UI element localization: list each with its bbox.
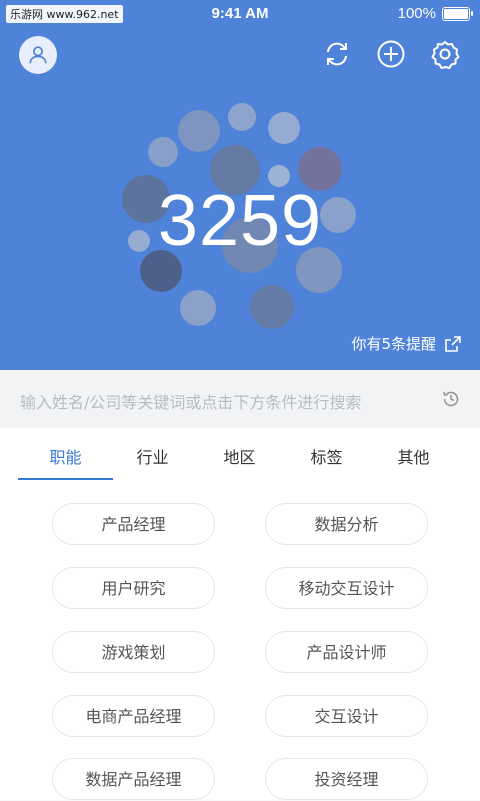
battery-icon (442, 6, 473, 21)
search-bar[interactable]: 输入姓名/公司等关键词或点击下方条件进行搜索 (0, 370, 480, 429)
tab-function[interactable]: 职能 (18, 428, 113, 480)
search-input[interactable]: 输入姓名/公司等关键词或点击下方条件进行搜索 (20, 389, 361, 413)
tab-other[interactable]: 其他 (370, 428, 457, 480)
hero-panel: 乐游网 www.962.net 9:41 AM 100% 3259 你有5条提醒 (0, 0, 480, 370)
avatar (178, 110, 220, 152)
tag-chip[interactable]: 游戏策划 (52, 631, 215, 673)
plus-icon[interactable] (376, 39, 406, 69)
reminder-link[interactable]: 你有5条提醒 (351, 333, 462, 354)
tag-chip[interactable]: 移动交互设计 (265, 567, 428, 609)
avatar (250, 285, 294, 329)
avatar (228, 103, 256, 131)
tag-chip[interactable]: 产品设计师 (265, 631, 428, 673)
filter-tabs: 职能 行业 地区 标签 其他 (0, 428, 480, 480)
tag-chip[interactable]: 用户研究 (52, 567, 215, 609)
battery-percent: 100% (397, 5, 436, 22)
member-count: 3259 (157, 181, 323, 261)
status-bar: 乐游网 www.962.net 9:41 AM 100% (0, 0, 480, 28)
tag-chip[interactable]: 电商产品经理 (52, 695, 215, 737)
tab-tags[interactable]: 标签 (283, 428, 370, 480)
clock-icon[interactable] (442, 390, 460, 408)
tag-chip[interactable]: 交互设计 (265, 695, 428, 737)
reminder-label: 你有5条提醒 (351, 335, 436, 353)
tag-chip[interactable]: 数据产品经理 (52, 758, 215, 800)
person-icon (29, 46, 47, 64)
arrow-out-icon (445, 335, 461, 352)
avatar (180, 290, 216, 326)
tab-region[interactable]: 地区 (196, 428, 283, 480)
gear-icon[interactable] (430, 39, 460, 69)
avatar (148, 137, 178, 167)
tag-chip[interactable]: 产品经理 (52, 503, 215, 545)
refresh-icon[interactable] (322, 39, 352, 69)
tab-industry[interactable]: 行业 (109, 428, 196, 480)
tag-chip[interactable]: 数据分析 (265, 503, 428, 545)
profile-button[interactable] (19, 36, 57, 74)
tag-grid: 产品经理 数据分析 用户研究 移动交互设计 游戏策划 产品设计师 电商产品经理 … (0, 480, 480, 800)
tag-chip[interactable]: 投资经理 (265, 758, 428, 800)
top-actions (322, 39, 460, 69)
avatar (268, 112, 300, 144)
battery-status: 100% (397, 5, 473, 22)
